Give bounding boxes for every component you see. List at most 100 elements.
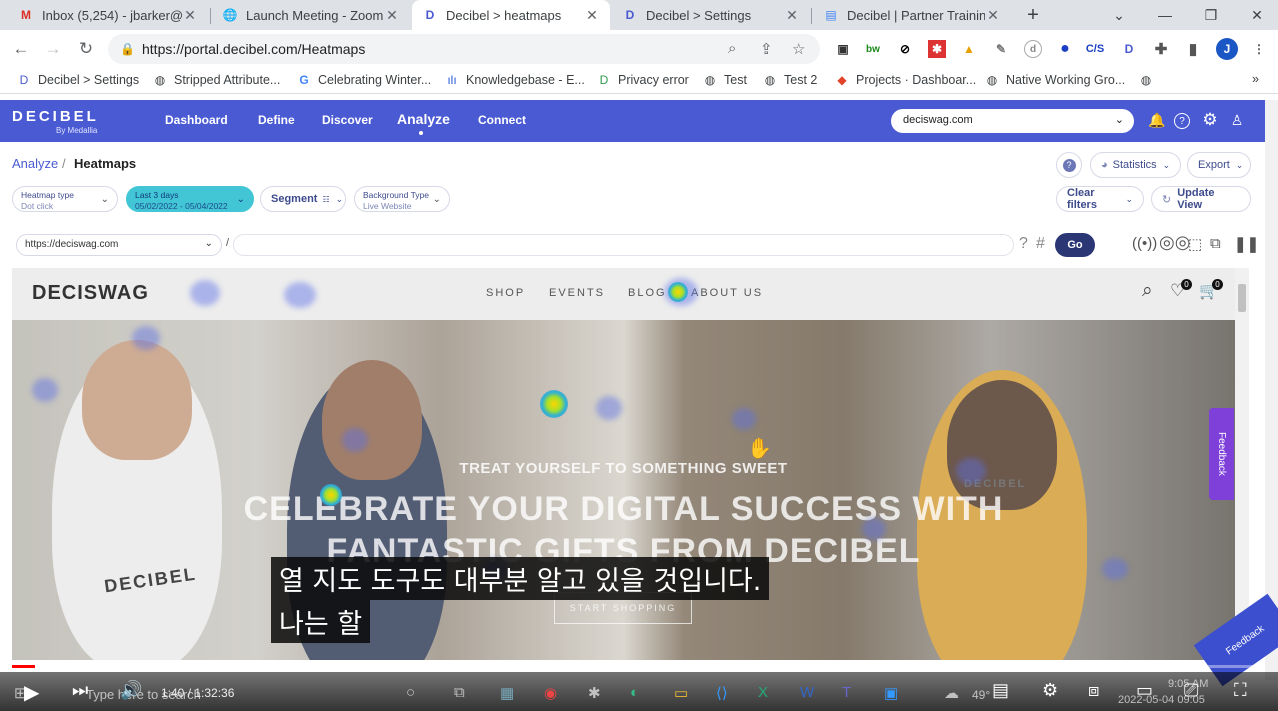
bookmarks-overflow-icon[interactable]: » <box>1252 72 1259 86</box>
bookmark-star-icon[interactable]: ☆ <box>792 40 805 58</box>
nav-connect[interactable]: Connect <box>478 113 526 127</box>
share-icon[interactable]: ⇪ <box>760 40 773 58</box>
google-icon: G <box>299 73 309 87</box>
bookmark-item[interactable]: ◍ Stripped Attribute... <box>152 72 281 88</box>
tab-partner-training[interactable]: ▤ Decibel | Partner Training ✕ <box>813 0 1011 30</box>
preview-scroll-thumb[interactable] <box>1238 284 1246 312</box>
nav-discover[interactable]: Discover <box>322 113 373 127</box>
reload-icon[interactable]: ↻ <box>73 36 99 62</box>
side-panel-icon[interactable]: ▮ <box>1184 40 1202 58</box>
lock-icon[interactable]: 🔒 <box>120 42 135 56</box>
volume-icon[interactable]: 🔊 <box>120 680 142 701</box>
next-icon[interactable]: ⏭ <box>72 680 88 701</box>
close-tab-icon[interactable]: ✕ <box>985 7 1001 24</box>
site-nav-about[interactable]: ABOUT US <box>691 287 763 299</box>
site-logo[interactable]: DECISWAG <box>32 282 149 305</box>
play-icon[interactable]: ▶ <box>24 680 39 705</box>
bookmark-item[interactable]: ◍ Test <box>702 72 747 88</box>
decibel-logo[interactable]: DECIBEL <box>12 108 99 125</box>
tab-search-icon[interactable]: ⌄ <box>1096 0 1142 30</box>
minimize-icon[interactable]: — <box>1142 0 1188 30</box>
breadcrumb-analyze[interactable]: Analyze <box>12 156 58 171</box>
compare-icon[interactable]: ◎◎ <box>1159 232 1190 253</box>
date-range-dropdown[interactable]: Last 3 days 05/02/2022 - 05/04/2022 ⌄ <box>126 186 254 212</box>
url-text[interactable]: https://portal.decibel.com/Heatmaps <box>142 41 365 57</box>
heatmap-preview[interactable]: DECISWAG SHOP EVENTS BLOG ABOUT US ⌕ ♡ 0… <box>12 268 1235 660</box>
settings-gear-icon[interactable]: ⚙ <box>1042 680 1058 701</box>
help-button[interactable]: ? <box>1056 152 1082 178</box>
fullscreen-icon[interactable]: ⛶ <box>1234 680 1247 701</box>
nav-define[interactable]: Define <box>258 113 295 127</box>
segment-dropdown[interactable]: Segment ☷ ⌄ <box>260 186 346 212</box>
hash-icon[interactable]: # <box>1036 235 1045 253</box>
pen-icon[interactable]: ✎ <box>992 40 1010 58</box>
profile-avatar[interactable]: J <box>1216 38 1238 60</box>
bookmark-item[interactable]: D Privacy error <box>596 72 689 88</box>
live-icon[interactable]: ((•)) <box>1132 235 1157 252</box>
close-window-icon[interactable]: ✕ <box>1234 0 1278 30</box>
base-url-select[interactable]: https://deciswag.com ⌄ <box>16 234 222 256</box>
tab-decibel-heatmaps[interactable]: D Decibel > heatmaps ✕ <box>412 0 610 30</box>
puzzle-icon[interactable]: ✚ <box>1152 40 1170 58</box>
export-button[interactable]: Export ⌄ <box>1187 152 1251 178</box>
d-extension-icon[interactable]: d <box>1024 40 1042 58</box>
site-nav-blog[interactable]: BLOG <box>628 287 667 299</box>
site-nav-shop[interactable]: SHOP <box>486 287 525 299</box>
background-type-dropdown[interactable]: Background Type Live Website ⌄ <box>354 186 450 212</box>
update-view-button[interactable]: ↻ Update View <box>1151 186 1251 212</box>
close-tab-icon[interactable]: ✕ <box>384 7 400 24</box>
open-external-icon[interactable]: ⧉ <box>1210 235 1221 252</box>
site-nav-events[interactable]: EVENTS <box>549 287 605 299</box>
user-icon[interactable]: ♙ <box>1228 111 1246 129</box>
clear-filters-button[interactable]: Clear filters ⌄ <box>1056 186 1144 212</box>
miniplayer-icon[interactable]: ⧈ <box>1088 680 1099 701</box>
go-button[interactable]: Go <box>1055 233 1095 257</box>
zoom-icon[interactable]: ⌕ <box>728 40 736 57</box>
help-icon[interactable]: ? <box>1174 113 1190 129</box>
bookmark-item[interactable]: ◍ Native Working Gro... <box>984 72 1126 88</box>
close-tab-icon[interactable]: ✕ <box>584 7 600 24</box>
bookmark-item[interactable]: D Decibel > Settings <box>16 72 139 88</box>
bell-icon[interactable]: 🔔 <box>1148 111 1166 129</box>
bookmark-item[interactable]: ◍ Test 2 <box>762 72 818 88</box>
select-area-icon[interactable]: ⬚ <box>1188 235 1202 253</box>
search-icon[interactable]: ⌕ <box>1142 280 1153 302</box>
preview-scrollbar[interactable] <box>1235 268 1249 660</box>
subtitles-icon[interactable]: ▤ <box>992 680 1009 701</box>
close-tab-icon[interactable]: ✕ <box>784 7 800 24</box>
bookmark-item[interactable]: ◆ Projects · Dashboar... <box>834 72 976 88</box>
feedback-tab[interactable]: Feedback <box>1209 408 1234 500</box>
close-tab-icon[interactable]: ✕ <box>182 7 198 24</box>
tab-gmail[interactable]: M Inbox (5,254) - jbarker@m ✕ <box>8 0 208 30</box>
new-tab-button[interactable]: + <box>1010 0 1056 30</box>
nav-analyze[interactable]: Analyze <box>397 111 450 127</box>
restore-icon[interactable]: ❐ <box>1188 0 1234 30</box>
domain-selector[interactable]: deciswag.com ⌄ <box>891 109 1134 133</box>
bookmark-item[interactable]: ılı Knowledgebase - E... <box>444 72 585 88</box>
url-path-input[interactable] <box>233 234 1014 256</box>
statistics-button[interactable]: ◕ Statistics ⌄ <box>1090 152 1181 178</box>
heatmap-type-dropdown[interactable]: Heatmap type Dot click ⌄ <box>12 186 118 212</box>
pause-icon[interactable]: ❚❚ <box>1234 235 1259 253</box>
extension-icon[interactable]: ▣ <box>834 40 852 58</box>
forward-icon[interactable]: → <box>40 36 66 62</box>
nav-dashboard[interactable]: Dashboard <box>165 113 228 127</box>
block-icon[interactable]: ⊘ <box>896 40 914 58</box>
tab-decibel-settings[interactable]: D Decibel > Settings ✕ <box>612 0 810 30</box>
tab-zoom[interactable]: 🌐 Launch Meeting - Zoom ✕ <box>212 0 410 30</box>
question-icon[interactable]: ? <box>1019 235 1028 253</box>
circle-extension-icon[interactable]: ● <box>1056 40 1074 58</box>
video-progress-bar[interactable] <box>12 665 1265 668</box>
drive-icon[interactable]: ▲ <box>960 40 978 58</box>
gear-icon[interactable]: ⚙ <box>1201 110 1219 129</box>
cs-extension-icon[interactable]: C/S <box>1086 40 1104 58</box>
back-icon[interactable]: ← <box>8 36 34 62</box>
extension-icon[interactable]: ✱ <box>928 40 946 58</box>
bookmark-item[interactable]: ◍ <box>1138 72 1160 88</box>
bookmark-item[interactable]: G Celebrating Winter... <box>296 72 431 88</box>
bw-extension-icon[interactable]: bw <box>864 40 882 58</box>
decibel-icon[interactable]: D <box>1120 40 1138 58</box>
menu-icon[interactable]: ⋮ <box>1250 40 1268 58</box>
address-bar[interactable]: 🔒 https://portal.decibel.com/Heatmaps ⌕ … <box>108 34 820 64</box>
update-view-label: Update View <box>1177 187 1215 211</box>
